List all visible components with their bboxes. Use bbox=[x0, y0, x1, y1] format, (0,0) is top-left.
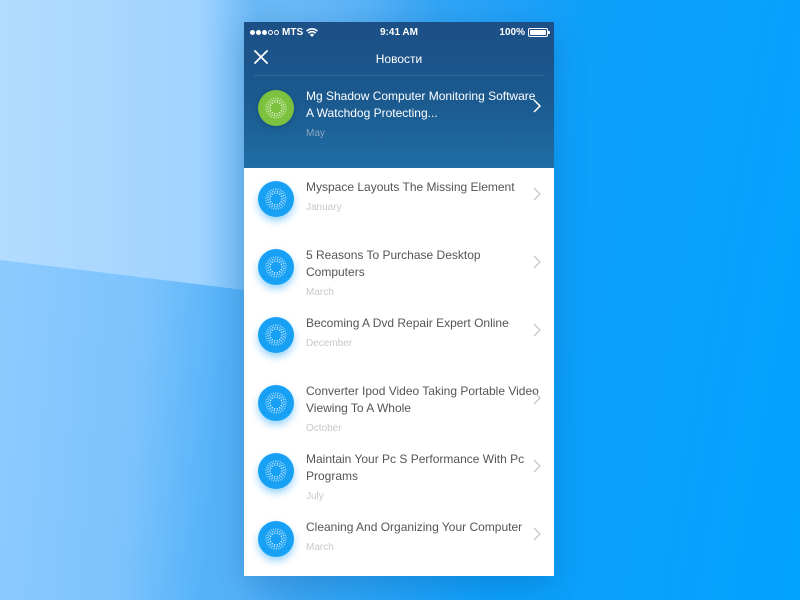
sunburst-icon bbox=[265, 528, 287, 550]
news-title: Myspace Layouts The Missing Element bbox=[306, 180, 515, 194]
news-avatar bbox=[258, 385, 294, 421]
news-item[interactable]: Maintain Your Pc S Performance With Pc P… bbox=[244, 440, 554, 508]
chevron-right-icon bbox=[533, 391, 541, 405]
nav-bar: Новости bbox=[254, 42, 544, 76]
news-date: March bbox=[306, 287, 334, 298]
wifi-icon bbox=[306, 27, 319, 37]
page-title: Новости bbox=[375, 51, 423, 66]
news-item[interactable]: 5 Reasons To Purchase Desktop Computers M… bbox=[244, 236, 554, 304]
news-avatar bbox=[258, 317, 294, 353]
close-button[interactable] bbox=[254, 50, 272, 68]
sunburst-icon bbox=[265, 188, 287, 210]
news-date: December bbox=[306, 338, 353, 349]
news-item[interactable]: Cleaning And Organizing Your Computer Mar… bbox=[244, 508, 554, 576]
news-avatar bbox=[258, 90, 294, 126]
chevron-right-icon bbox=[533, 255, 541, 269]
sunburst-icon bbox=[265, 392, 287, 414]
news-avatar bbox=[258, 521, 294, 557]
chevron-right-icon bbox=[533, 187, 541, 201]
news-list: Myspace Layouts The Missing Element Janua… bbox=[244, 168, 554, 576]
news-item[interactable]: Converter Ipod Video Taking Portable Vid… bbox=[244, 372, 554, 440]
signal-icon bbox=[250, 29, 279, 35]
phone-screen: MTS 9:41 AM 100% Новости Mg Shadow Compu bbox=[244, 22, 554, 576]
featured-news-item[interactable]: Mg Shadow Computer Monitoring Software A… bbox=[244, 76, 554, 166]
news-date: January bbox=[306, 202, 342, 213]
news-title: Maintain Your Pc S Performance With Pc P… bbox=[306, 452, 525, 483]
status-bar: MTS 9:41 AM 100% bbox=[244, 22, 554, 42]
news-item[interactable]: Becoming A Dvd Repair Expert Online Decem… bbox=[244, 304, 554, 372]
battery-icon bbox=[527, 27, 550, 37]
news-item[interactable]: Myspace Layouts The Missing Element Janua… bbox=[244, 168, 554, 236]
carrier-label: MTS bbox=[282, 26, 304, 38]
chevron-right-icon bbox=[533, 99, 542, 113]
clock: 9:41 AM bbox=[380, 26, 418, 38]
chevron-right-icon bbox=[533, 459, 541, 473]
news-date: October bbox=[306, 423, 342, 434]
news-date: July bbox=[306, 491, 324, 502]
chevron-right-icon bbox=[533, 527, 541, 541]
sunburst-icon bbox=[265, 324, 287, 346]
header: MTS 9:41 AM 100% Новости Mg Shadow Compu bbox=[244, 22, 554, 168]
news-avatar bbox=[258, 181, 294, 217]
news-date: March bbox=[306, 542, 334, 553]
news-title: 5 Reasons To Purchase Desktop Computers bbox=[306, 248, 481, 279]
news-date: May bbox=[306, 128, 325, 139]
close-icon bbox=[254, 50, 268, 64]
news-title: Cleaning And Organizing Your Computer bbox=[306, 520, 523, 534]
sunburst-icon bbox=[265, 460, 287, 482]
chevron-right-icon bbox=[533, 323, 541, 337]
sunburst-icon bbox=[265, 97, 287, 119]
sunburst-icon bbox=[265, 256, 287, 278]
news-avatar bbox=[258, 249, 294, 285]
news-title: Converter Ipod Video Taking Portable Vid… bbox=[306, 384, 539, 415]
battery-percent: 100% bbox=[499, 26, 525, 38]
news-title: Mg Shadow Computer Monitoring Software A… bbox=[306, 89, 536, 120]
news-avatar bbox=[258, 453, 294, 489]
news-title: Becoming A Dvd Repair Expert Online bbox=[306, 316, 509, 330]
